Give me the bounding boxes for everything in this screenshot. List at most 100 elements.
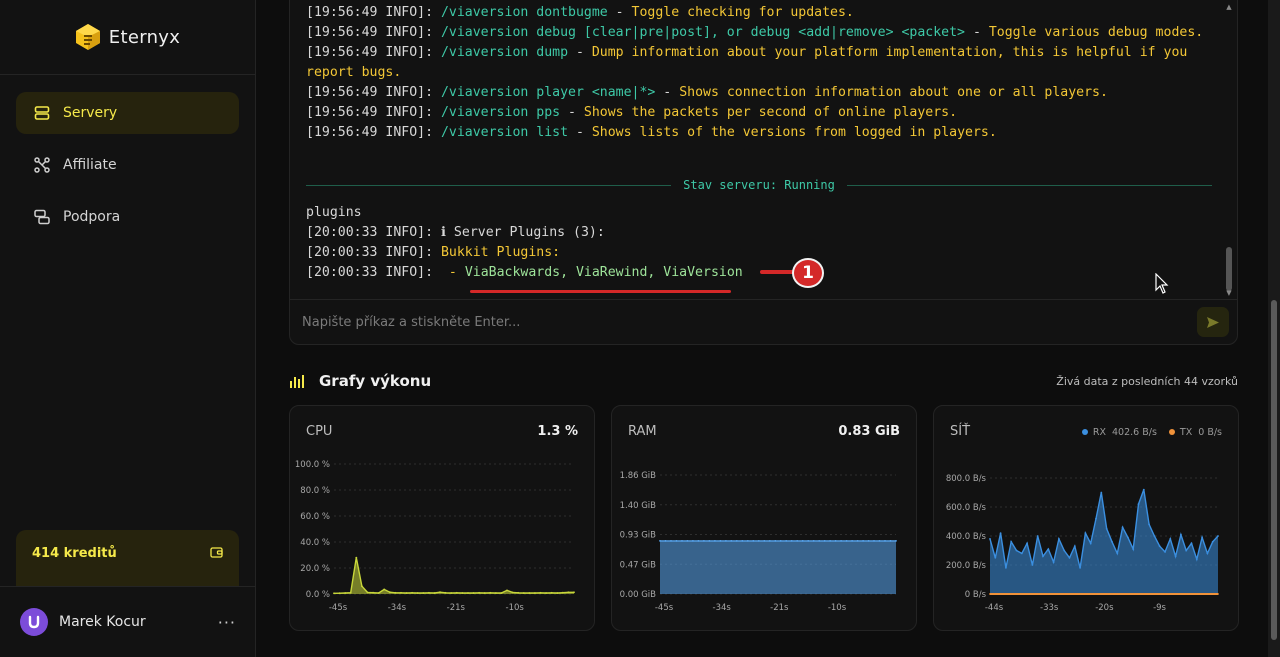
data-point [1047, 548, 1050, 550]
credits-card[interactable]: 414 kreditů [16, 530, 239, 586]
console-segment: /viaversion debug [clear|pre|post], or d… [440, 25, 965, 40]
console-scrollbar[interactable]: ▲ ▼ [1225, 3, 1233, 297]
sidebar-item-affiliate[interactable]: Affiliate [16, 144, 239, 186]
bar-chart-icon [290, 375, 304, 388]
data-point [1036, 535, 1039, 537]
data-point [757, 540, 760, 542]
user-name: Marek Kocur [59, 614, 146, 630]
annotation-underline [470, 290, 731, 293]
data-point [500, 592, 503, 594]
data-point [834, 540, 837, 542]
console-scroll-thumb[interactable] [1226, 247, 1232, 291]
data-point [1217, 535, 1219, 537]
data-point [659, 540, 661, 542]
brand[interactable]: Eternyx [0, 0, 255, 75]
data-point [1063, 593, 1066, 595]
data-point [1190, 593, 1193, 595]
data-point [1127, 536, 1129, 539]
data-point [1005, 567, 1007, 569]
data-point [1095, 593, 1097, 595]
data-point [573, 591, 575, 594]
data-point [511, 591, 514, 594]
data-point [1180, 533, 1182, 536]
page-scroll-thumb[interactable] [1271, 300, 1277, 640]
data-point [388, 591, 391, 594]
y-tick-label: 800.0 B/s [946, 474, 987, 484]
data-point [377, 592, 380, 594]
data-point [1026, 593, 1028, 595]
data-point [1031, 593, 1034, 595]
data-point [539, 591, 542, 594]
y-tick-label: 0.47 GiB [620, 560, 657, 570]
data-point [1089, 593, 1092, 595]
data-point [1058, 593, 1060, 595]
sidebar-item-label: Affiliate [63, 157, 117, 173]
data-point [714, 540, 716, 542]
data-point [495, 592, 497, 594]
command-input[interactable] [302, 314, 1197, 330]
data-point [1217, 593, 1219, 595]
user-profile[interactable]: Marek Kocur ··· [0, 586, 256, 657]
scroll-up-arrow-icon[interactable]: ▲ [1225, 3, 1233, 11]
divider-rule [306, 184, 672, 186]
console-segment: Shows lists of the versions from logged … [591, 125, 997, 140]
data-point [818, 540, 821, 542]
data-point [1121, 526, 1124, 529]
data-point [355, 556, 358, 559]
console-segment: [20:00:33 INFO]: [306, 245, 441, 260]
data-point [1121, 593, 1124, 595]
console-line: plugins [306, 203, 1216, 223]
data-point [796, 540, 799, 542]
series-area-ram [660, 540, 896, 594]
page-scrollbar[interactable] [1268, 0, 1280, 657]
data-point [439, 591, 441, 594]
data-point [768, 540, 771, 542]
data-point [1073, 545, 1076, 548]
data-point [895, 540, 897, 542]
data-point [862, 540, 864, 542]
data-point [444, 591, 447, 594]
support-chat-icon [34, 209, 50, 225]
scroll-down-arrow-icon[interactable]: ▼ [1225, 289, 1233, 297]
data-point [394, 591, 397, 594]
data-point [1042, 593, 1044, 595]
data-point [889, 540, 892, 542]
console-segment: [19:56:49 INFO]: [306, 25, 441, 40]
data-point [741, 540, 744, 542]
credits-balance: 414 kreditů [32, 546, 117, 561]
data-point [878, 540, 881, 542]
annotation-pointer [760, 270, 796, 274]
y-tick-label: 1.86 GiB [620, 471, 657, 481]
data-point [812, 540, 815, 542]
y-tick-label: 1.40 GiB [620, 501, 657, 511]
data-point [483, 592, 486, 594]
data-point [1105, 593, 1108, 595]
send-command-button[interactable] [1197, 307, 1229, 337]
data-point [735, 540, 738, 542]
console-segment: - [607, 5, 632, 20]
data-point [1137, 503, 1140, 505]
data-point [550, 591, 553, 594]
data-point [994, 593, 997, 595]
console-line: [19:56:49 INFO]: /viaversion list - Show… [306, 123, 1216, 143]
data-point [1201, 536, 1203, 539]
data-point [450, 592, 453, 594]
data-point [1153, 593, 1156, 595]
data-point [746, 540, 749, 542]
console-segment: [19:56:49 INFO]: [306, 85, 441, 100]
data-point [338, 592, 341, 595]
data-point [1063, 549, 1066, 552]
data-point [1190, 542, 1193, 545]
data-point [807, 540, 810, 542]
app-root: Eternyx Servery Affiliate Podpora 414 kr… [0, 0, 1280, 657]
data-point [1142, 593, 1145, 595]
sidebar-item-servery[interactable]: Servery [16, 92, 239, 134]
brand-name: Eternyx [108, 26, 181, 48]
data-point [472, 592, 475, 594]
more-options-icon[interactable]: ··· [218, 613, 236, 632]
data-point [1058, 538, 1060, 540]
data-point [1158, 545, 1161, 548]
data-point [1148, 523, 1150, 526]
data-point [1105, 527, 1108, 530]
sidebar-item-podpora[interactable]: Podpora [16, 196, 239, 238]
